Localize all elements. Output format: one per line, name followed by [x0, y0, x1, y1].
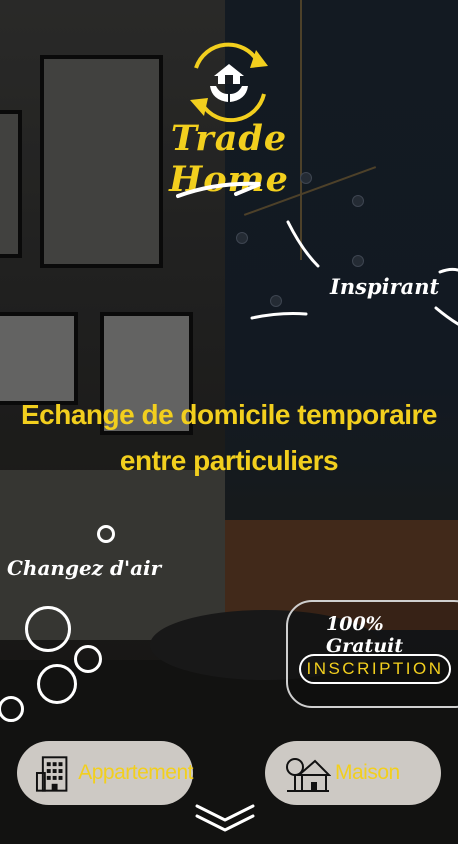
bubble-decoration — [37, 664, 77, 704]
apartment-button[interactable]: Appartement — [17, 741, 193, 805]
house-label: Maison — [335, 761, 400, 784]
free-label: 100% Gratuit — [326, 613, 404, 657]
bubble-decoration — [97, 525, 115, 543]
bubble-decoration — [25, 606, 71, 652]
welcome-screen: Trade Home Inspirant Echange de domicile… — [0, 0, 458, 844]
inspirant-label: Inspirant — [330, 274, 440, 299]
headline-line1: Echange de domicile temporaire — [20, 399, 438, 430]
headline: Echange de domicile temporaire entre par… — [10, 392, 448, 484]
house-icon — [286, 758, 331, 792]
headline-line2: entre particuliers — [119, 445, 339, 476]
changez-air-label: Changez d'air — [7, 556, 162, 580]
apartment-label: Appartement — [78, 761, 193, 784]
double-chevron-down-icon[interactable] — [193, 800, 257, 836]
house-button[interactable]: Maison — [265, 741, 441, 805]
house-exchange-logo-icon — [190, 42, 268, 123]
bubble-decoration — [74, 645, 102, 673]
brush-stroke-decoration — [176, 181, 261, 198]
inscription-button[interactable]: INSCRIPTION — [299, 654, 451, 684]
building-icon — [35, 756, 68, 792]
